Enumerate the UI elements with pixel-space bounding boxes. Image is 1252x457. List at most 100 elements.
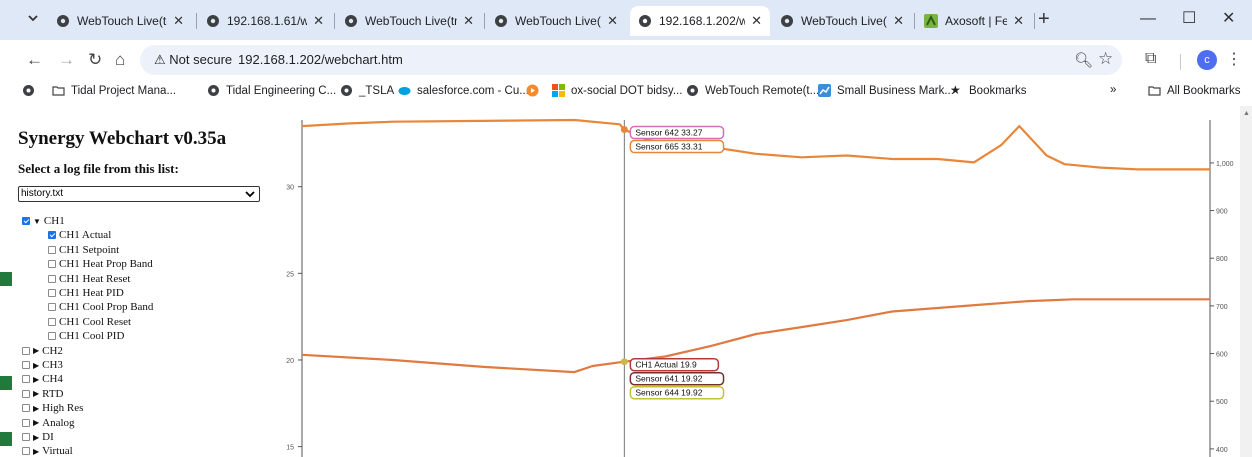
tree-item-virtual[interactable]: ▶ Virtual — [22, 444, 73, 457]
tree-item-analog[interactable]: ▶ Analog — [22, 416, 75, 430]
bookmark-small-business[interactable]: Small Business Mark... — [818, 84, 954, 97]
window-close-icon[interactable]: ✕ — [1222, 8, 1235, 30]
globe-icon — [345, 15, 357, 27]
globe-icon — [23, 85, 34, 96]
collapsed-triangle-icon[interactable]: ▶ — [33, 375, 39, 384]
collapsed-triangle-icon[interactable]: ▶ — [33, 389, 39, 398]
tree-item-ch4[interactable]: ▶ CH4 — [22, 372, 63, 386]
profile-avatar[interactable]: c — [1197, 50, 1217, 70]
tree-item-ch1-cool-pid[interactable]: CH1 Cool PID — [48, 329, 124, 343]
tree-checkbox[interactable] — [48, 274, 56, 283]
close-icon[interactable]: ✕ — [751, 13, 762, 29]
bookmark-salesforce[interactable]: salesforce.com - Cu... — [398, 84, 529, 97]
tree-item-ch3[interactable]: ▶ CH3 — [22, 358, 63, 372]
tree-item-high-res[interactable]: ▶ High Res — [22, 401, 83, 415]
tree-item-ch1[interactable]: ▼ CH1 — [22, 214, 65, 228]
tree-checkbox[interactable] — [22, 389, 30, 398]
tree-checkbox[interactable] — [22, 433, 30, 441]
tree-checkbox[interactable] — [48, 260, 56, 269]
collapsed-triangle-icon[interactable]: ▶ — [33, 447, 39, 456]
tab-webtouch-2[interactable]: WebTouch Live(tm ✕ — [336, 6, 482, 36]
zoom-icon[interactable]: 🔍︎ — [1074, 51, 1093, 69]
close-icon[interactable]: ✕ — [893, 13, 904, 29]
collapsed-triangle-icon[interactable]: ▶ — [33, 361, 39, 370]
tree-item-di[interactable]: ▶ DI — [22, 430, 54, 444]
tree-checkbox[interactable] — [22, 418, 30, 427]
tree-item-rtd[interactable]: ▶ RTD — [22, 387, 64, 401]
vertical-scrollbar[interactable]: ▲ — [1240, 106, 1252, 457]
maximize-icon[interactable]: ☐ — [1182, 8, 1196, 30]
tab-192-168-1-202-active[interactable]: 192.168.1.202/web ✕ — [630, 6, 770, 36]
log-file-select[interactable]: history.txt — [18, 186, 260, 202]
tab-192-168-1-61[interactable]: 192.168.1.61/webc ✕ — [198, 6, 332, 36]
address-bar[interactable]: ⚠ Not secure 192.168.1.202/webchart.htm … — [140, 45, 1122, 75]
tree-item-label: CH1 Cool Reset — [59, 315, 132, 328]
collapsed-triangle-icon[interactable]: ▶ — [33, 418, 39, 427]
tree-checkbox[interactable] — [48, 289, 56, 297]
minimize-icon[interactable]: — — [1140, 8, 1156, 30]
tree-item-ch1-heat-reset[interactable]: CH1 Heat Reset — [48, 272, 130, 286]
close-icon[interactable]: ✕ — [607, 13, 618, 29]
bookmark-tidal-project[interactable]: Tidal Project Mana... — [52, 84, 176, 97]
warning-icon: ⚠ — [154, 52, 166, 67]
tree-item-ch2[interactable]: ▶ CH2 — [22, 344, 63, 358]
url-text[interactable]: 192.168.1.202/webchart.htm — [238, 52, 403, 67]
tab-webtouch-4[interactable]: WebTouch Live(tm ✕ — [772, 6, 912, 36]
tree-item-ch1-setpoint[interactable]: CH1 Setpoint — [48, 243, 119, 257]
tree-item-ch1-heat-prop-band[interactable]: CH1 Heat Prop Band — [48, 257, 153, 271]
bookmark-star-icon[interactable]: ☆ — [1098, 49, 1113, 69]
all-bookmarks[interactable]: All Bookmarks — [1148, 84, 1241, 97]
close-icon[interactable]: ✕ — [463, 13, 474, 29]
tab-title: WebTouch Live(tm — [77, 14, 168, 28]
forward-arrow-icon[interactable]: → — [58, 49, 75, 71]
tree-item-ch1-heat-pid[interactable]: CH1 Heat PID — [48, 286, 124, 300]
scroll-up-icon[interactable]: ▲ — [1243, 110, 1250, 117]
new-tab-button[interactable]: + — [1038, 8, 1050, 30]
tree-checkbox[interactable] — [48, 231, 56, 240]
tree-item-ch1-cool-reset[interactable]: CH1 Cool Reset — [48, 315, 131, 329]
bookmarks-overflow-icon[interactable]: » — [1110, 84, 1116, 96]
collapsed-triangle-icon[interactable]: ▶ — [33, 346, 39, 355]
bookmark-tsla[interactable]: _TSLA — [340, 84, 394, 97]
expanded-triangle-icon[interactable]: ▼ — [33, 217, 41, 226]
bookmark-bookmarks[interactable]: ★ Bookmarks — [950, 84, 1027, 97]
tree-checkbox[interactable] — [22, 346, 30, 355]
collapsed-triangle-icon[interactable]: ▶ — [33, 433, 39, 442]
tree-checkbox[interactable] — [22, 404, 30, 413]
reload-icon[interactable]: ↻ — [88, 49, 102, 71]
menu-kebab-icon[interactable]: ⋮ — [1226, 49, 1242, 69]
tab-webtouch-3[interactable]: WebTouch Live(tm ✕ — [486, 6, 626, 36]
close-icon[interactable]: ✕ — [1013, 13, 1024, 29]
tree-item-ch1-actual[interactable]: CH1 Actual — [48, 228, 111, 242]
bookmark-apps[interactable] — [22, 84, 41, 97]
tab-webtouch-1[interactable]: WebTouch Live(tm ✕ — [48, 6, 192, 36]
tab-title: WebTouch Live(tm — [801, 14, 887, 28]
tree-checkbox[interactable] — [48, 317, 56, 326]
tree-checkbox[interactable] — [22, 361, 30, 369]
webchart-plot[interactable]: 15 20 25 30 400 500 600 700 800 900 1,000 Sensor 64… — [266, 106, 1252, 457]
star-icon: ★ — [950, 83, 961, 97]
close-icon[interactable]: ✕ — [173, 13, 184, 29]
tree-checkbox[interactable] — [48, 332, 56, 341]
security-indicator[interactable]: ⚠ Not secure — [154, 52, 232, 68]
salesforce-icon — [398, 87, 411, 95]
extensions-icon[interactable]: ⧉ — [1145, 50, 1156, 68]
tree-checkbox[interactable] — [22, 447, 30, 456]
bookmark-webtouch-remote[interactable]: WebTouch Remote(t... — [686, 84, 819, 97]
bookmark-ox-social[interactable]: ox-social DOT bidsy... — [552, 84, 682, 97]
bookmark-media[interactable] — [526, 84, 545, 97]
tab-axosoft[interactable]: Axosoft | Features ✕ — [916, 6, 1032, 36]
tree-checkbox[interactable] — [22, 375, 30, 384]
collapsed-triangle-icon[interactable]: ▶ — [33, 404, 39, 413]
tree-checkbox[interactable] — [48, 303, 56, 312]
tab-search-button[interactable] — [22, 9, 44, 31]
home-icon[interactable]: ⌂ — [115, 49, 125, 71]
close-icon[interactable]: ✕ — [313, 13, 324, 29]
tree-item-ch1-cool-prop-band[interactable]: CH1 Cool Prop Band — [48, 300, 153, 314]
tree-checkbox[interactable] — [22, 217, 30, 225]
bookmark-tidal-engineering[interactable]: Tidal Engineering C... — [207, 84, 336, 97]
folder-icon — [1148, 86, 1161, 96]
annotation-label: Sensor 644 19.92 — [635, 388, 702, 398]
tree-checkbox[interactable] — [48, 245, 56, 254]
back-arrow-icon[interactable]: ← — [26, 49, 43, 71]
